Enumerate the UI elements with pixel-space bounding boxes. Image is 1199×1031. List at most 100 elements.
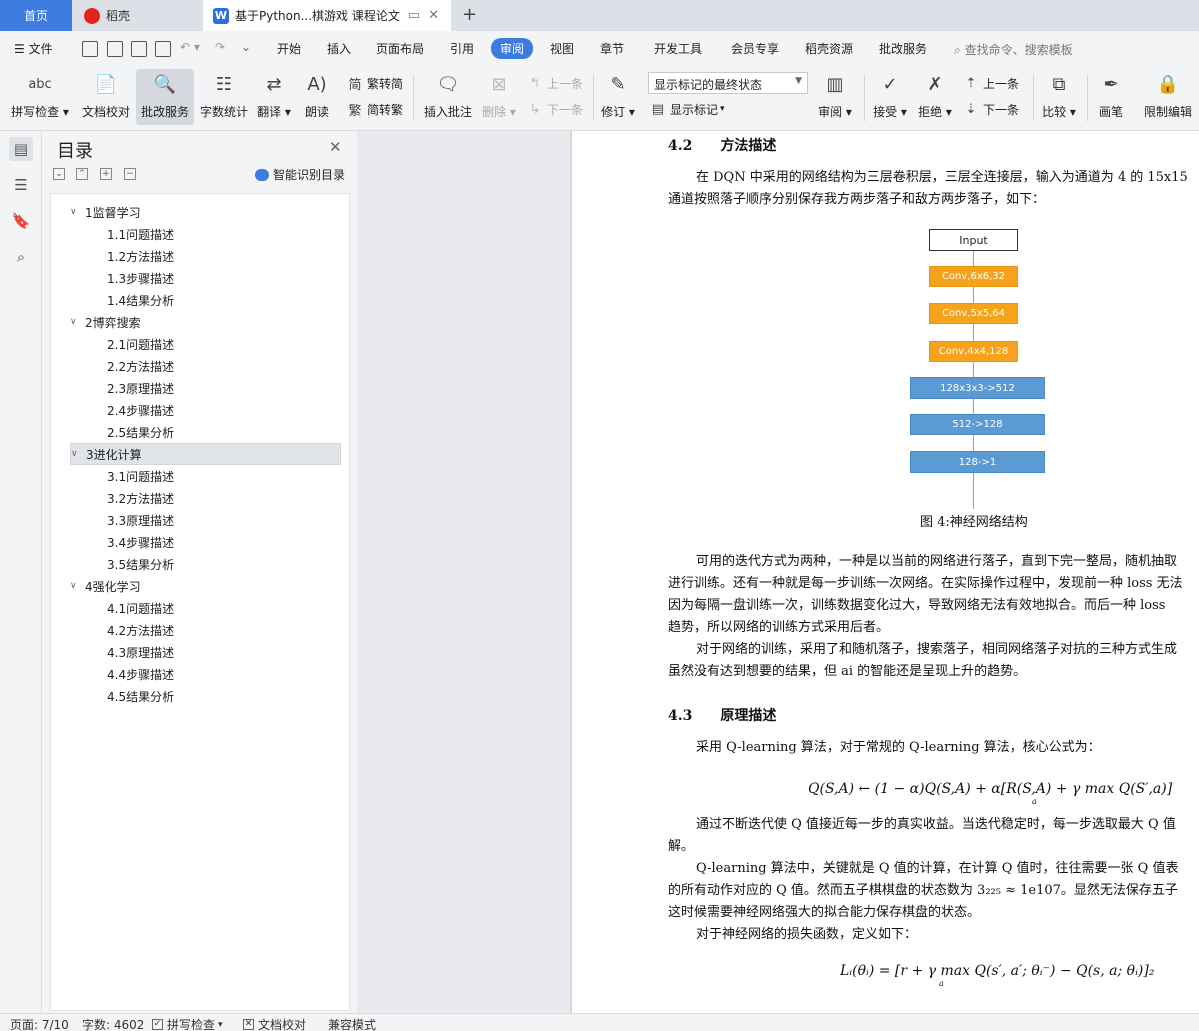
trad-to-simp-button[interactable]: 简 繁转简 [347,73,403,93]
review-pane-button[interactable]: ▥ 审阅 ▾ [816,69,854,125]
undo-icon[interactable]: ↶ ▾ [180,40,200,54]
toc-chapter[interactable]: ∨ 4强化学习 [70,575,341,597]
ribbon-separator [1087,75,1088,121]
word-count-button[interactable]: ☷ 字数统计 [198,69,250,125]
simp-to-trad-button[interactable]: 繁 简转繁 [347,99,403,119]
toc-item[interactable]: 2.3原理描述 [107,377,174,399]
file-menu[interactable]: ☰ 文件 [14,40,53,57]
toc-chapter-selected[interactable]: ∨ 3进化计算 [70,443,341,465]
tab-document[interactable]: W 基于Python...棋游戏 课程论文 ▭ ✕ [203,0,451,31]
redo-icon[interactable]: ↷ [215,40,225,54]
page-indicator[interactable]: 页面: 7/10 [10,1016,69,1031]
spell-check-icon: abc [28,76,52,92]
menu-reference[interactable]: 引用 [450,40,474,57]
toc-item[interactable]: 1.4结果分析 [107,289,174,311]
pen-button[interactable]: ✒ 画笔 [1094,69,1128,125]
menu-member[interactable]: 会员专享 [731,40,779,57]
tab-close-icon[interactable]: ✕ [428,8,439,23]
smart-bot-icon [255,168,269,181]
print-icon[interactable] [131,41,147,57]
next-comment-button[interactable]: ↳ 下一条 [527,99,583,119]
toc-list: ∨ 1监督学习 1.1问题描述 1.2方法描述 1.3步骤描述 1.4结果分析 ∨… [50,193,350,1011]
close-icon[interactable]: ✕ [329,138,342,156]
search-icon[interactable]: ⌕ [9,245,33,269]
status-doc-check[interactable]: ✕ 文档校对 [243,1016,306,1031]
compare-button[interactable]: ⧉ 比较 ▾ [1040,69,1078,125]
toc-item[interactable]: 3.1问题描述 [107,465,174,487]
pen-icon: ✒ [1103,73,1119,95]
toc-item[interactable]: 4.3原理描述 [107,641,174,663]
toc-chapter[interactable]: ∨ 1监督学习 [70,201,341,223]
search-icon: ⌕ [954,43,961,57]
toc-item[interactable]: 2.2方法描述 [107,355,174,377]
document-page[interactable]: 4.2 方法描述 在 DQN 中采用的网络结构为三层卷积层，三层全连接层，输入为… [572,131,1199,1013]
revise-button[interactable]: ✎ 修订 ▾ [600,69,636,125]
toc-item[interactable]: 1.3步骤描述 [107,267,174,289]
next-change-button[interactable]: ⇣ 下一条 [963,99,1019,119]
menu-dev-tools[interactable]: 开发工具 [654,40,702,57]
menu-daoke-resources[interactable]: 稻壳资源 [805,40,853,57]
toc-chapter[interactable]: ∨ 2博弈搜索 [70,311,341,333]
smart-toc-button[interactable]: 智能识别目录 [255,166,345,183]
menu-start[interactable]: 开始 [277,40,301,57]
toc-item[interactable]: 2.4步骤描述 [107,399,174,421]
command-search[interactable]: ⌕ 查找命令、搜索模板 [954,41,1073,58]
doc-check-label: 文档校对 [81,105,130,119]
prev-comment-icon: ↰ [529,75,541,91]
toc-item[interactable]: 3.4步骤描述 [107,531,174,553]
simp-to-trad-icon: 繁 [348,103,362,119]
prev-change-button[interactable]: ⇡ 上一条 [963,73,1019,93]
collapse-all-icon[interactable]: ⌄ [53,168,65,180]
doc-check-button[interactable]: 📄 文档校对 [80,69,132,125]
restrict-edit-button[interactable]: 🔒 限制编辑 [1140,69,1196,125]
remove-level-icon[interactable]: − [124,168,136,180]
print-preview-icon[interactable] [155,41,171,57]
export-icon[interactable] [107,41,123,57]
toc-item[interactable]: 1.2方法描述 [107,245,174,267]
ribbon-separator [593,75,594,121]
new-tab-button[interactable]: + [462,4,477,25]
tab-daoke[interactable]: 稻壳 [74,0,199,31]
toc-item[interactable]: 2.5结果分析 [107,421,174,443]
translate-button[interactable]: ⇄ 翻译 ▾ [255,69,293,125]
toc-item[interactable]: 2.1问题描述 [107,333,174,355]
toc-item[interactable]: 4.5结果分析 [107,685,174,707]
correction-service-button[interactable]: 🔍 批改服务 [136,69,194,125]
show-markup-button[interactable]: ▤ 显示标记 ▾ [650,99,725,119]
tab-window-icon[interactable]: ▭ [408,8,420,23]
toc-item[interactable]: 4.4步骤描述 [107,663,174,685]
menu-correction[interactable]: 批改服务 [879,40,927,57]
toc-item[interactable]: 4.2方法描述 [107,619,174,641]
toc-item[interactable]: 1.1问题描述 [107,223,174,245]
menu-page-layout[interactable]: 页面布局 [376,40,424,57]
toc-item[interactable]: 3.5结果分析 [107,553,174,575]
toc-item[interactable]: 3.2方法描述 [107,487,174,509]
toc-item[interactable]: 4.1问题描述 [107,597,174,619]
word-count-indicator[interactable]: 字数: 4602 [82,1016,144,1031]
quick-access-more-icon[interactable]: ⌄ [241,40,251,54]
reject-button[interactable]: ✗ 拒绝 ▾ [916,69,954,125]
accept-button[interactable]: ✓ 接受 ▾ [871,69,909,125]
toc-item[interactable]: 3.3原理描述 [107,509,174,531]
bookmark-icon[interactable]: 🔖 [9,209,33,233]
flowchart-node: Conv,6x6,32 [929,266,1018,287]
insert-comment-button[interactable]: 🗨 插入批注 [422,69,474,125]
paragraph-line: 采用 Q-learning 算法，对于常规的 Q-learning 算法，核心公… [696,740,1101,755]
status-spell-check[interactable]: ✓ 拼写检查 ▾ [152,1016,223,1031]
delete-comment-button[interactable]: ⊠ 删除 ▾ [481,69,517,125]
add-level-icon[interactable]: + [100,168,112,180]
spell-check-button[interactable]: abc 拼写检查 ▾ [10,69,70,125]
prev-comment-button[interactable]: ↰ 上一条 [527,73,583,93]
menu-review[interactable]: 审阅 [491,38,534,59]
tab-home[interactable]: 首页 [0,0,72,31]
outline-icon[interactable]: ☰ [9,173,33,197]
menu-view[interactable]: 视图 [550,40,574,57]
toc-icon[interactable]: ▤ [9,137,33,161]
read-aloud-button[interactable]: A) 朗读 [300,69,334,125]
expand-up-icon[interactable]: ⌃ [76,168,88,180]
save-icon[interactable] [82,41,98,57]
markup-display-select[interactable]: 显示标记的最终状态 ▼ [648,72,808,94]
menu-insert[interactable]: 插入 [327,40,351,57]
paragraph-line: 对于神经网络的损失函数，定义如下： [696,927,918,942]
menu-chapter[interactable]: 章节 [600,40,624,57]
